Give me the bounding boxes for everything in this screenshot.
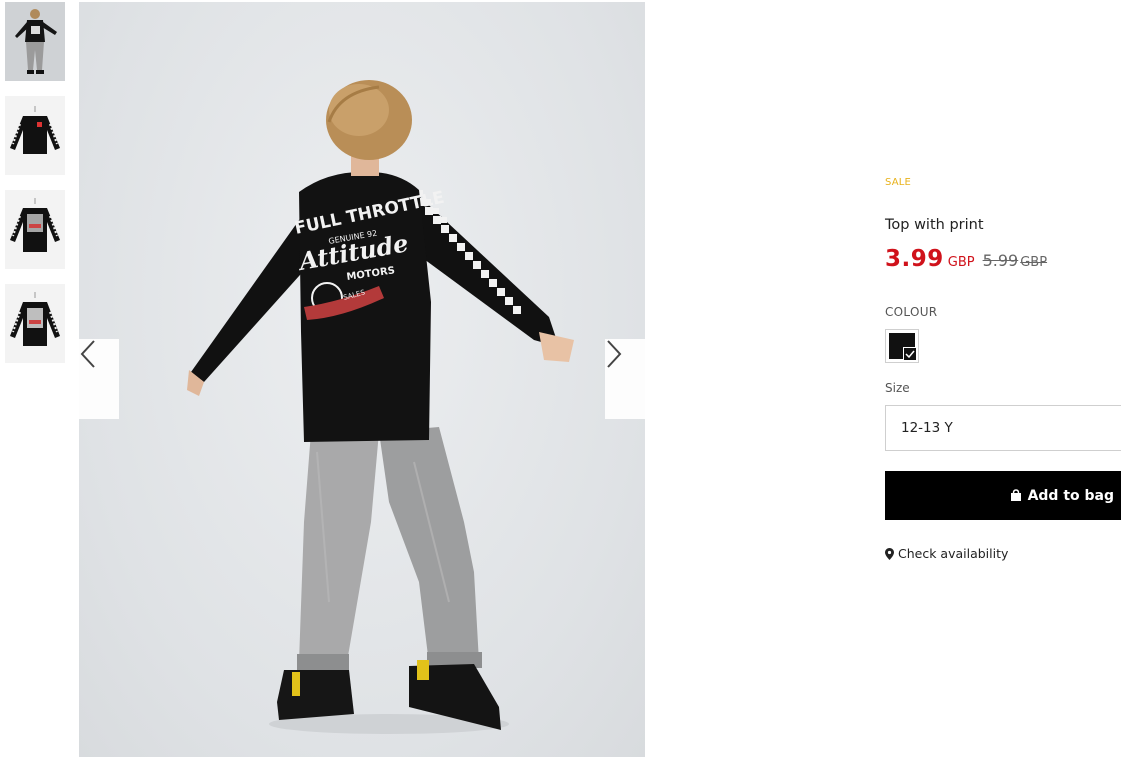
current-price: 3.99	[885, 246, 944, 272]
thumbnail-1-image	[5, 2, 65, 81]
old-price: 5.99	[982, 251, 1019, 270]
current-currency: GBP	[947, 255, 975, 270]
size-label: Size	[885, 381, 910, 395]
add-to-bag-label: Add to bag	[1027, 487, 1114, 504]
check-icon	[903, 347, 917, 361]
thumbnail-3[interactable]	[5, 190, 65, 269]
sale-badge: SALE	[885, 177, 912, 188]
size-select[interactable]: 12-13 Y	[885, 405, 1121, 451]
colour-label: COLOUR	[885, 305, 938, 319]
check-availability-link[interactable]: Check availability	[885, 546, 1008, 561]
main-product-image: FULL THROTTLE GENUINE 92 Attitude MOTORS…	[79, 2, 645, 757]
prev-image-button[interactable]	[79, 339, 119, 419]
product-title: Top with print	[885, 217, 984, 233]
model-photo: FULL THROTTLE GENUINE 92 Attitude MOTORS…	[187, 80, 574, 734]
thumbnail-4-image	[5, 284, 65, 363]
thumbnail-3-image	[5, 190, 65, 269]
thumbnail-4[interactable]	[5, 284, 65, 363]
thumbnail-1[interactable]	[5, 2, 65, 81]
old-currency: GBP	[1020, 255, 1048, 270]
colour-swatch-black[interactable]	[885, 329, 919, 363]
thumbnail-2[interactable]	[5, 96, 65, 175]
add-to-bag-button[interactable]: Add to bag	[885, 471, 1121, 520]
price-block: 3.99 GBP 5.99 GBP	[885, 246, 1047, 272]
check-availability-label: Check availability	[898, 546, 1009, 561]
next-image-button[interactable]	[605, 339, 645, 419]
chevron-left-icon	[80, 340, 95, 368]
thumbnail-2-image	[5, 96, 65, 175]
shopping-bag-icon	[1010, 489, 1022, 502]
chevron-right-icon	[607, 340, 622, 368]
map-pin-icon	[885, 547, 894, 560]
product-page: FULL THROTTLE GENUINE 92 Attitude MOTORS…	[0, 0, 1121, 761]
thumbnail-list	[5, 2, 65, 378]
